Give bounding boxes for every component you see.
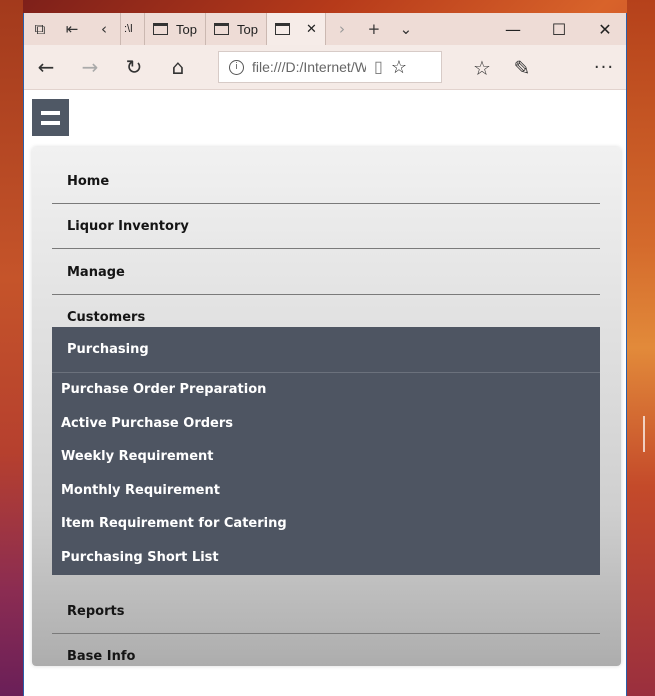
desktop-wallpaper-left bbox=[0, 0, 23, 696]
scroll-tabs-right-icon[interactable]: › bbox=[326, 13, 358, 45]
address-bar[interactable]: i file:///D:/Internet/W ▯ ☆ bbox=[218, 51, 442, 83]
submenu-item[interactable]: Purchasing Short List bbox=[52, 541, 600, 575]
maximize-icon[interactable]: ☐ bbox=[536, 13, 582, 45]
scroll-tabs-left-icon[interactable]: ‹ bbox=[88, 13, 120, 45]
info-icon[interactable]: i bbox=[229, 59, 244, 75]
submenu-item[interactable]: Weekly Requirement bbox=[52, 440, 600, 474]
tab-3[interactable]: Top bbox=[204, 13, 266, 45]
page-icon bbox=[213, 23, 229, 35]
menu-item-base-info[interactable]: Base Info bbox=[52, 634, 600, 679]
menu-item-purchasing[interactable]: Purchasing bbox=[52, 327, 600, 373]
menu-item-reports[interactable]: Reports bbox=[52, 589, 600, 634]
hamburger-menu-icon[interactable] bbox=[32, 99, 69, 136]
submenu-item[interactable]: Monthly Requirement bbox=[52, 474, 600, 508]
minimize-icon[interactable]: — bbox=[490, 13, 536, 45]
close-window-icon[interactable]: ✕ bbox=[582, 13, 626, 45]
page-icon bbox=[153, 23, 168, 35]
tab-label: Top bbox=[236, 21, 258, 37]
submenu-item[interactable]: Purchase Order Preparation bbox=[52, 373, 600, 407]
home-icon[interactable]: ⌂ bbox=[156, 45, 200, 90]
menu-item-manage[interactable]: Manage bbox=[52, 250, 600, 295]
submenu-item[interactable]: Item Requirement for Catering bbox=[52, 507, 600, 541]
forward-icon[interactable]: → bbox=[68, 45, 112, 90]
tab-2[interactable]: Top bbox=[144, 13, 205, 45]
desktop-mark bbox=[643, 416, 645, 452]
back-icon[interactable]: ← bbox=[24, 45, 68, 90]
tab-label: :\l bbox=[124, 23, 133, 35]
navigation-bar: ← → ↻ ⌂ i file:///D:/Internet/W ▯ ☆ ☆ ✎ … bbox=[24, 45, 626, 90]
favorite-star-icon[interactable]: ☆ bbox=[391, 57, 407, 78]
pen-notes-icon[interactable]: ✎ bbox=[502, 45, 542, 90]
close-tab-icon[interactable]: ✕ bbox=[306, 21, 317, 37]
tab-preview-icon[interactable]: ⧉ bbox=[24, 13, 56, 45]
tab-bar: ⧉ ⇤ ‹ :\l Top Top ✕ › + ⌄ — ☐ ✕ bbox=[24, 13, 626, 45]
submenu-purchasing: Purchasing Purchase Order Preparation Ac… bbox=[52, 327, 600, 575]
navigation-menu: Home Liquor Inventory Manage Customers P… bbox=[32, 147, 621, 666]
tab-active[interactable]: ✕ bbox=[265, 13, 326, 45]
reading-view-icon[interactable]: ▯ bbox=[374, 57, 383, 77]
set-aside-tabs-icon[interactable]: ⇤ bbox=[56, 13, 88, 45]
menu-item-liquor-inventory[interactable]: Liquor Inventory bbox=[52, 204, 600, 249]
tab-label: Top bbox=[176, 21, 197, 37]
page-content: Home Liquor Inventory Manage Customers P… bbox=[24, 91, 626, 696]
page-icon bbox=[274, 23, 290, 35]
address-text[interactable]: file:///D:/Internet/W bbox=[252, 59, 366, 75]
desktop-wallpaper-right bbox=[627, 0, 655, 696]
tab-1[interactable]: :\l bbox=[120, 13, 144, 45]
new-tab-icon[interactable]: + bbox=[358, 13, 390, 45]
submenu-item[interactable]: Active Purchase Orders bbox=[52, 407, 600, 441]
menu-item-home[interactable]: Home bbox=[52, 159, 600, 204]
browser-window: ⧉ ⇤ ‹ :\l Top Top ✕ › + ⌄ — ☐ ✕ ← → ↻ ⌂ … bbox=[23, 13, 627, 696]
favorites-hub-icon[interactable]: ☆ bbox=[462, 45, 502, 90]
more-options-icon[interactable]: ··· bbox=[586, 45, 622, 90]
tab-list-chevron-icon[interactable]: ⌄ bbox=[390, 13, 422, 45]
refresh-icon[interactable]: ↻ bbox=[112, 45, 156, 90]
